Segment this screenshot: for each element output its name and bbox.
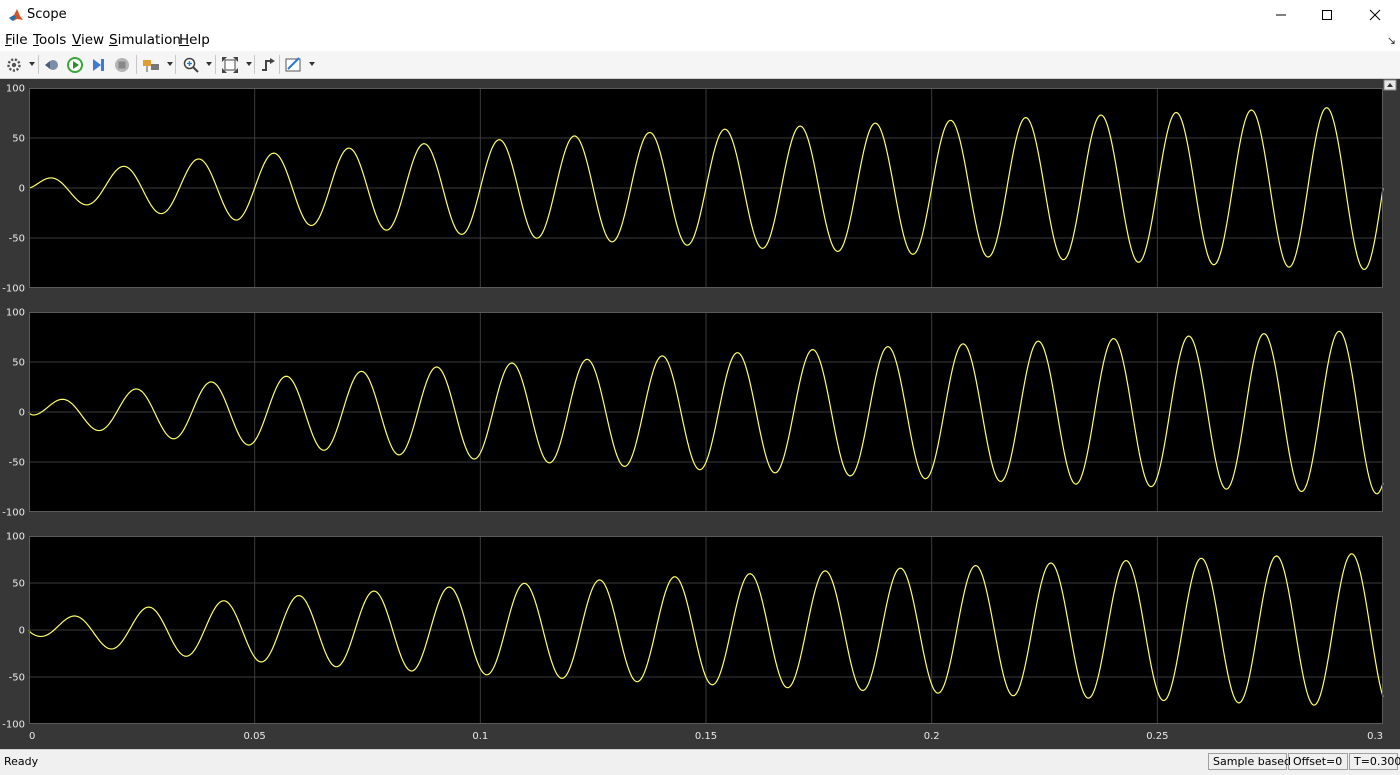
x-tick-label: 0.3 (1367, 731, 1383, 742)
fit-dropdown-icon[interactable] (246, 62, 252, 66)
close-icon (1369, 9, 1381, 21)
toolbar-separator (215, 55, 216, 74)
highlight-dropdown-icon[interactable] (167, 62, 173, 66)
close-button[interactable] (1352, 0, 1398, 30)
y-tick-label: 50 (12, 358, 25, 369)
toolbar-separator (175, 55, 176, 74)
status-time: T=0.300 (1349, 753, 1400, 770)
x-tick-label: 0.25 (1146, 731, 1168, 742)
fit-to-view-button[interactable] (220, 55, 240, 75)
step-back-button[interactable] (42, 55, 62, 75)
y-tick-label: 50 (12, 579, 25, 590)
zoom-button[interactable] (181, 55, 201, 75)
y-tick-label: 100 (6, 532, 25, 543)
title-bar: Scope (0, 0, 1400, 30)
triggers-button[interactable] (258, 55, 278, 75)
status-bar: Ready Sample based Offset=0 T=0.300 (0, 749, 1400, 775)
minimize-button[interactable] (1258, 0, 1304, 30)
measurements-button[interactable] (284, 55, 304, 75)
menu-view[interactable]: View (72, 32, 104, 48)
zoom-dropdown-icon[interactable] (206, 62, 212, 66)
y-tick-label: -100 (2, 284, 25, 295)
x-tick-label: 0.1 (472, 731, 488, 742)
toolbar-separator (136, 55, 137, 74)
maximize-button[interactable] (1304, 0, 1350, 30)
y-tick-label: -50 (9, 234, 25, 245)
stop-button[interactable] (112, 55, 132, 75)
y-tick-label: -100 (2, 720, 25, 731)
step-back-icon (45, 60, 58, 70)
y-tick-label: 100 (6, 308, 25, 319)
y-tick-label: -50 (9, 458, 25, 469)
status-sample-mode: Sample based (1208, 753, 1291, 770)
run-icon (67, 57, 83, 73)
toolbar (0, 51, 1400, 79)
toolbar-separator (38, 55, 39, 74)
window-title: Scope (27, 7, 67, 22)
settings-icon (7, 58, 21, 72)
x-tick-label: 0.15 (695, 731, 717, 742)
measurements-icon (285, 57, 301, 72)
toolbar-separator (279, 55, 280, 74)
settings-button[interactable] (4, 55, 24, 75)
y-tick-label: -50 (9, 673, 25, 684)
x-tick-label: 0 (29, 731, 35, 742)
menu-tools[interactable]: Tools (33, 32, 66, 48)
y-tick-label: 100 (6, 84, 25, 95)
y-tick-label: -100 (2, 508, 25, 519)
dock-arrow-icon[interactable]: ↘ (1387, 34, 1396, 47)
scope-plots[interactable]: 100 50 0 -50 -100 100 50 0 -50 -100 100 50 0 -50 -100 0… (0, 79, 1400, 749)
y-tick-label: 0 (19, 626, 25, 637)
x-tick-label: 0.2 (924, 731, 940, 742)
scope-display: 100 50 0 -50 -100 100 50 0 -50 -100 100 50 0 -50 -100 0… (0, 79, 1400, 749)
menu-help[interactable]: Help (179, 32, 210, 48)
fit-to-view-icon (222, 57, 238, 73)
step-forward-icon (93, 59, 104, 71)
step-forward-button[interactable] (88, 55, 108, 75)
maximize-icon (1322, 10, 1332, 20)
settings-dropdown-icon[interactable] (29, 62, 35, 66)
matlab-logo-icon (9, 9, 23, 21)
minimize-icon (1276, 14, 1286, 16)
measurements-dropdown-icon[interactable] (309, 62, 315, 66)
menu-simulation[interactable]: Simulation (109, 32, 181, 48)
y-tick-label: 50 (12, 134, 25, 145)
y-tick-label: 0 (19, 408, 25, 419)
status-text: Ready (4, 755, 39, 768)
status-offset: Offset=0 (1288, 753, 1348, 770)
highlight-block-icon (143, 60, 159, 72)
run-button[interactable] (65, 55, 85, 75)
x-tick-label: 0.05 (244, 731, 266, 742)
menu-file[interactable]: File (5, 32, 28, 48)
stop-icon (115, 58, 129, 72)
triggers-icon (262, 58, 275, 71)
zoom-in-icon (183, 57, 199, 73)
highlight-block-button[interactable] (141, 55, 161, 75)
menu-bar: File Tools View Simulation Help ↘ (0, 30, 1400, 51)
toolbar-separator (254, 55, 255, 74)
y-tick-label: 0 (19, 184, 25, 195)
